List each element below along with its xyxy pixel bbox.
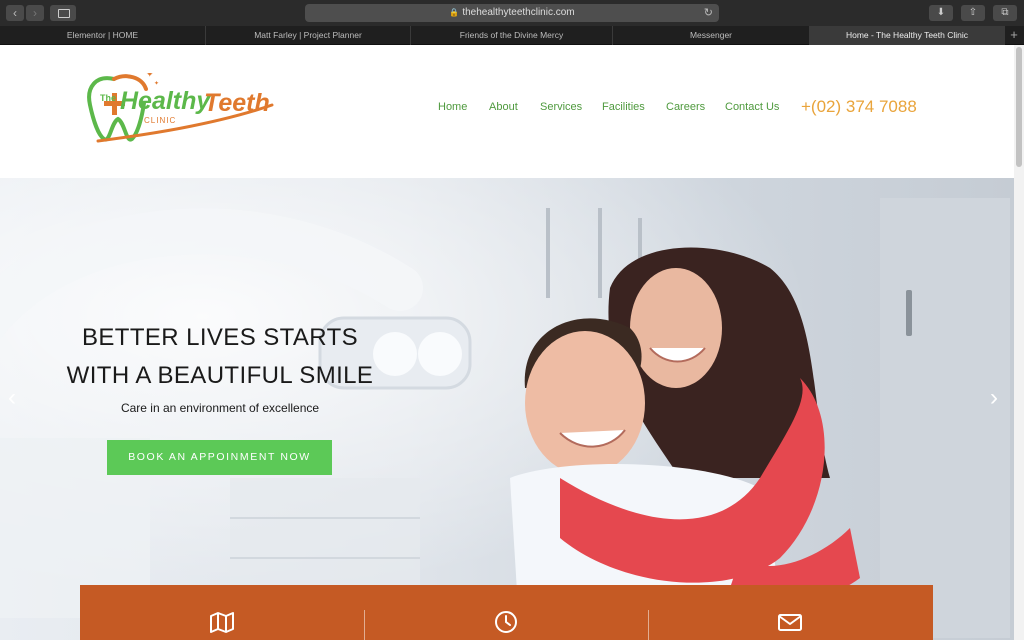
tab-divine-mercy[interactable]: Friends of the Divine Mercy (411, 26, 613, 45)
site-header: ✦ ✦ The Healthy Teeth CLINIC Home About … (0, 45, 1014, 178)
tab-healthy-teeth[interactable]: Home - The Healthy Teeth Clinic (810, 26, 1005, 45)
tab-overview-button[interactable]: ⧉ (993, 5, 1017, 21)
browser-toolbar: ‹ › 🔒 thehealthyteethclinic.com ↻ ⬇ ⇧ ⧉ (0, 0, 1024, 26)
nav-home[interactable]: Home (438, 101, 467, 113)
book-appointment-button[interactable]: BOOK AN APPOINMENT NOW (107, 440, 332, 475)
tab-label: Home - The Healthy Teeth Clinic (845, 30, 969, 40)
hero-title-line-1: BETTER LIVES STARTS (81, 324, 359, 351)
share-button[interactable]: ⇧ (961, 5, 985, 21)
url-text: thehealthyteethclinic.com (462, 7, 575, 18)
downloads-button[interactable]: ⬇ (929, 5, 953, 21)
svg-text:✦: ✦ (154, 80, 159, 87)
tab-label: Elementor | HOME (66, 30, 139, 40)
logo-healthy: Healthy (120, 87, 211, 115)
info-divider (364, 610, 365, 640)
nav-services[interactable]: Services (540, 101, 582, 113)
info-divider (648, 610, 649, 640)
lock-icon: 🔒 (449, 8, 460, 17)
hero-subtitle: Care in an environment of excellence (120, 401, 320, 415)
phone-number[interactable]: +(02) 374 7088 (801, 97, 917, 117)
tab-label: Friends of the Divine Mercy (459, 30, 564, 40)
back-button[interactable]: ‹ (6, 5, 24, 21)
nav-contact-us[interactable]: Contact Us (725, 101, 779, 113)
logo-teeth: Teeth (204, 89, 270, 117)
tab-label: Messenger (689, 30, 733, 40)
map-icon[interactable] (208, 610, 236, 634)
reload-icon[interactable]: ↻ (704, 4, 713, 22)
new-tab-button[interactable]: + (1004, 26, 1024, 45)
forward-button[interactable]: › (26, 5, 44, 21)
logo-clinic: CLINIC (144, 116, 177, 125)
envelope-icon[interactable] (776, 610, 804, 634)
slider-prev-arrow-icon[interactable]: ‹ (8, 386, 16, 410)
webpage: ✦ ✦ The Healthy Teeth CLINIC Home About … (0, 45, 1024, 640)
logo-the: The (100, 93, 117, 103)
tab-project-planner[interactable]: Matt Farley | Project Planner (206, 26, 411, 45)
info-bar (80, 585, 933, 640)
hero-slider: BETTER LIVES STARTS WITH A BEAUTIFUL SMI… (0, 178, 1014, 640)
nav-careers[interactable]: Careers (666, 101, 705, 113)
site-logo[interactable]: ✦ ✦ The Healthy Teeth CLINIC (84, 69, 284, 148)
nav-facilities[interactable]: Facilities (602, 101, 645, 113)
tab-messenger[interactable]: Messenger (613, 26, 810, 45)
tab-elementor[interactable]: Elementor | HOME (0, 26, 206, 45)
svg-text:✦: ✦ (146, 73, 154, 79)
sidebar-toggle-button[interactable] (50, 5, 76, 21)
hero-title-line-2: WITH A BEAUTIFUL SMILE (66, 362, 374, 389)
page-scrollbar[interactable] (1014, 45, 1024, 640)
nav-about[interactable]: About (489, 101, 518, 113)
address-bar[interactable]: 🔒 thehealthyteethclinic.com ↻ (305, 4, 719, 22)
slider-next-arrow-icon[interactable]: › (990, 386, 998, 410)
tab-bar: Elementor | HOME Matt Farley | Project P… (0, 26, 1024, 45)
clock-icon[interactable] (492, 610, 520, 634)
tab-label: Matt Farley | Project Planner (254, 30, 362, 40)
scrollbar-thumb[interactable] (1016, 47, 1022, 167)
